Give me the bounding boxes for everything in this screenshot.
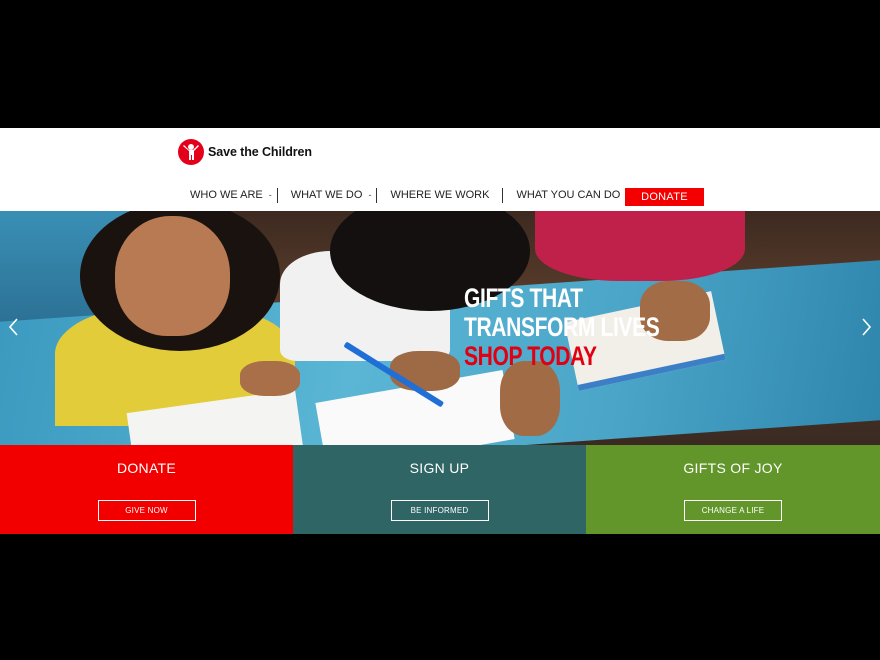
hero-headline[interactable]: GIFTS THAT TRANSFORM LIVES SHOP TODAY [464, 283, 660, 371]
nav-item-label: WHAT YOU CAN DO [516, 189, 621, 201]
site-header: Save the Children WHO WE ARE - WHAT WE D… [0, 128, 880, 211]
hero-photo-hand [390, 351, 460, 391]
chevron-left-icon[interactable] [6, 315, 22, 339]
change-a-life-button[interactable]: CHANGE A LIFE [684, 500, 782, 521]
tile-sign-up: SIGN UP BE INFORMED [293, 445, 586, 534]
nav-item-label: WHO WE ARE [190, 189, 263, 201]
nav-item-what-you-can-do[interactable]: WHAT YOU CAN DO - [516, 189, 629, 201]
hero-line-1: GIFTS THAT [464, 283, 583, 313]
donate-button[interactable]: DONATE [625, 188, 704, 206]
hero-photo-hand [240, 361, 300, 396]
hero-cta-shop-today[interactable]: SHOP TODAY [464, 342, 659, 371]
brand-name: Save the Children [208, 145, 312, 159]
tile-title: GIFTS OF JOY [683, 460, 783, 476]
nav-item-where-we-work[interactable]: WHERE WE WORK [390, 189, 489, 201]
hero-carousel[interactable]: GIFTS THAT TRANSFORM LIVES SHOP TODAY [0, 211, 880, 445]
nav-item-label: WHERE WE WORK [390, 189, 490, 201]
nav-divider [276, 187, 278, 203]
be-informed-button[interactable]: BE INFORMED [390, 500, 489, 521]
give-now-button[interactable]: GIVE NOW [97, 500, 196, 521]
nav-divider [502, 187, 504, 203]
nav-item-what-we-do[interactable]: WHAT WE DO - [291, 189, 372, 201]
nav-divider [376, 187, 378, 203]
dropdown-marker: - [368, 190, 372, 200]
hero-photo-hand [500, 361, 560, 436]
action-tiles: DONATE GIVE NOW SIGN UP BE INFORMED GIFT… [0, 445, 880, 534]
hero-photo-child [535, 211, 745, 281]
dropdown-marker: - [268, 190, 272, 200]
nav-item-who-we-are[interactable]: WHO WE ARE - [190, 189, 272, 201]
hero-line-2: TRANSFORM LIVES [464, 312, 660, 342]
tile-title: DONATE [116, 460, 177, 476]
tile-title: SIGN UP [409, 460, 470, 476]
brand-logo[interactable]: Save the Children [178, 138, 312, 166]
website-page: Save the Children WHO WE ARE - WHAT WE D… [0, 128, 880, 534]
nav-item-label: WHAT WE DO [290, 189, 363, 201]
hero-photo-child [115, 216, 230, 336]
chevron-right-icon[interactable] [858, 315, 874, 339]
child-figure-icon [178, 139, 204, 165]
main-nav: WHO WE ARE - WHAT WE DO - WHERE WE WORK … [190, 186, 648, 204]
tile-gifts-of-joy: GIFTS OF JOY CHANGE A LIFE [586, 445, 880, 534]
tile-donate: DONATE GIVE NOW [0, 445, 293, 534]
